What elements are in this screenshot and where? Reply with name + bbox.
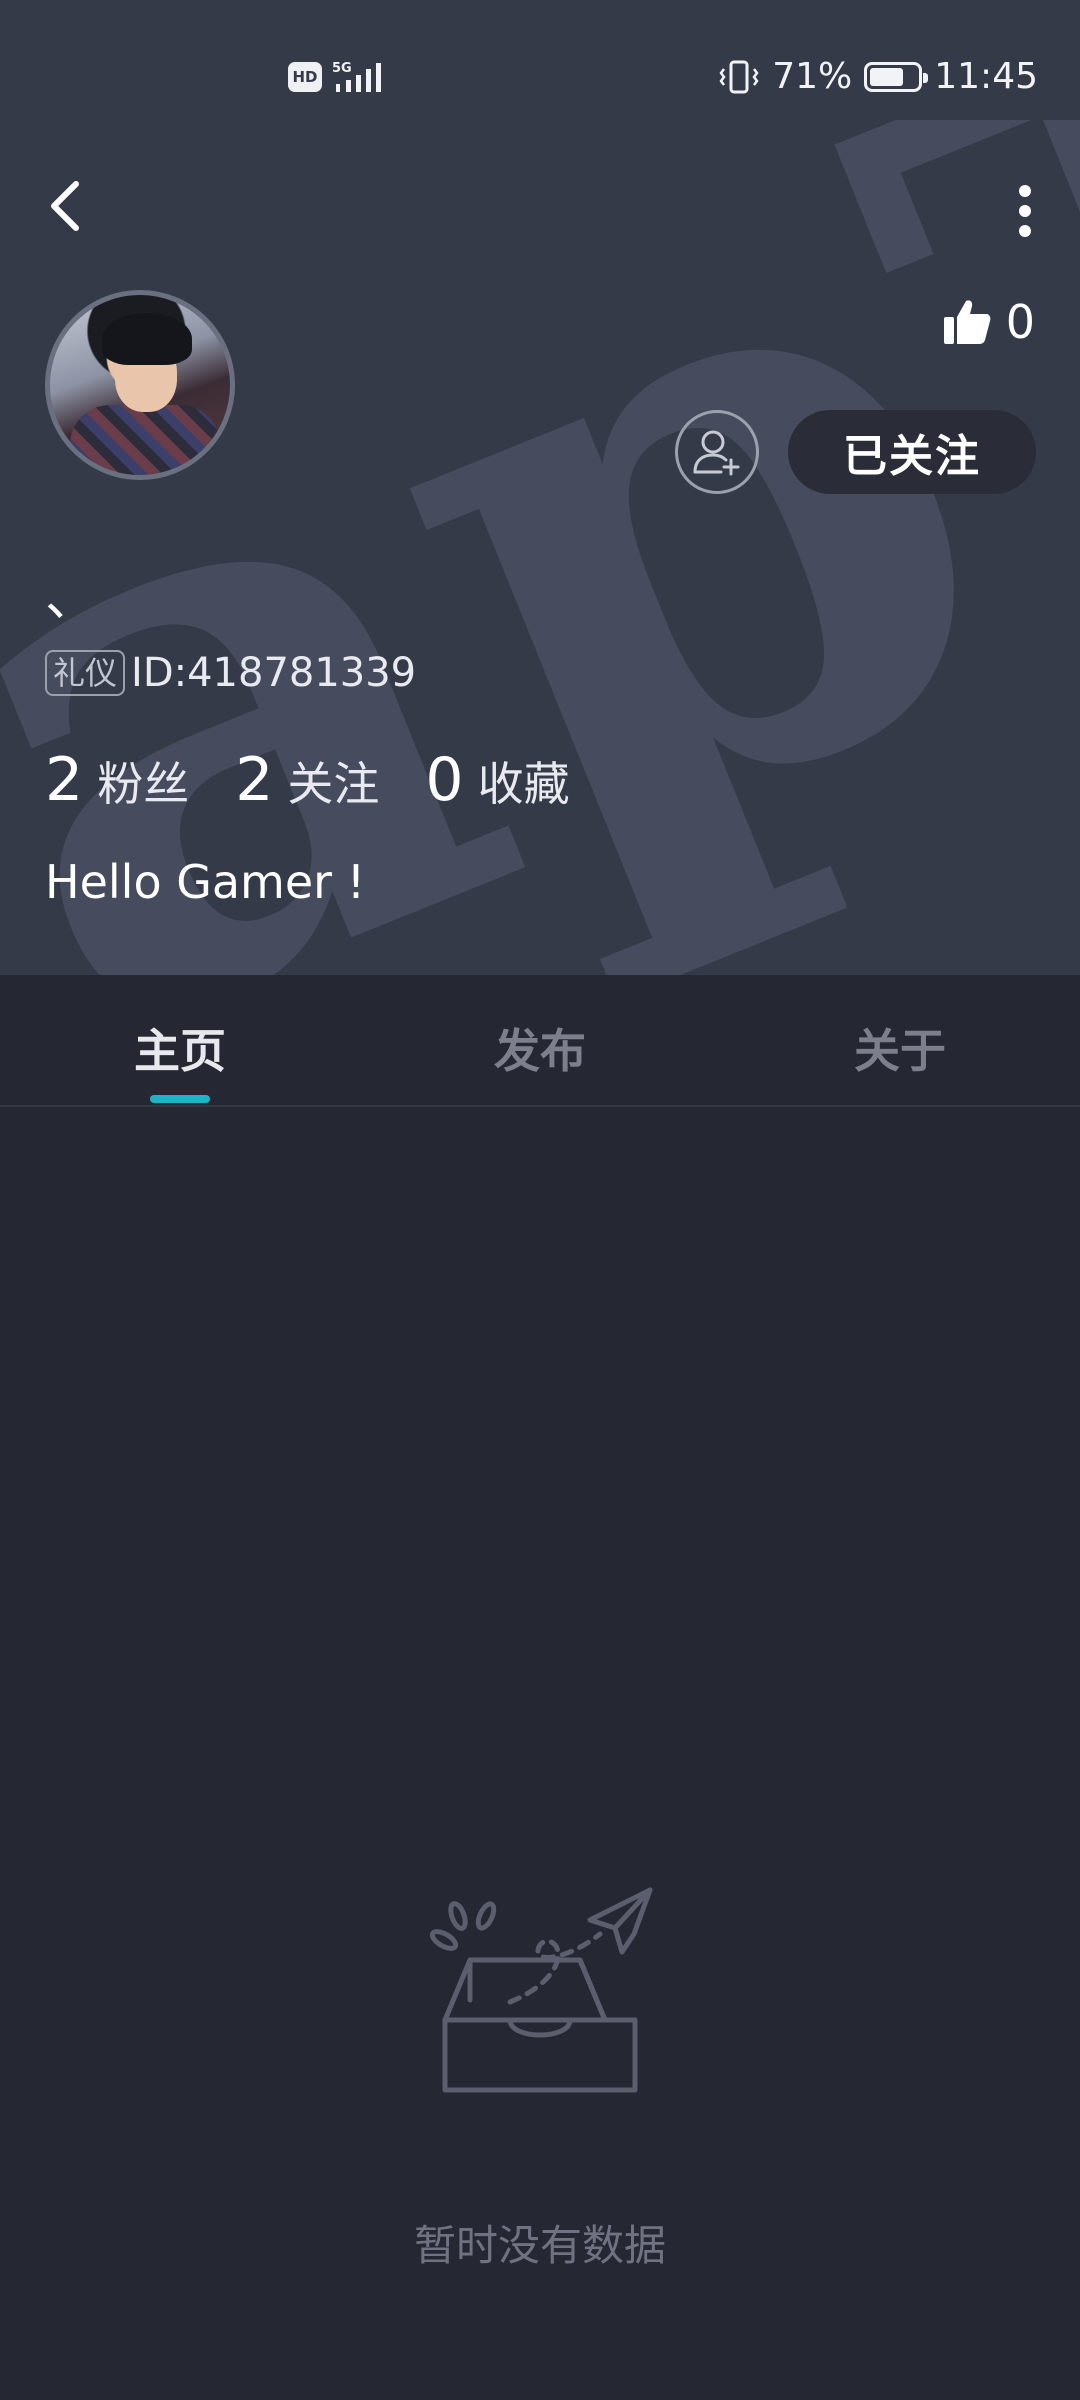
more-options-button[interactable] <box>1000 175 1050 245</box>
profile-page: apTa HD 5G 71% 11:45 0 已关注 、 礼仪 ID:41878… <box>0 0 1080 2400</box>
add-user-icon <box>693 430 740 476</box>
stat-fans[interactable]: 2 粉丝 <box>45 745 189 815</box>
svg-text:apTa: apTa <box>0 120 1080 975</box>
add-friend-button[interactable] <box>675 410 759 494</box>
empty-inbox-paper-plane-icon <box>429 1887 653 2093</box>
stat-label: 关注 <box>287 757 380 811</box>
avatar[interactable] <box>45 290 235 480</box>
profile-header: apTa HD 5G 71% 11:45 0 已关注 、 礼仪 ID:41878… <box>0 0 1080 975</box>
username: 、 <box>45 568 98 628</box>
stat-value: 2 <box>235 745 274 815</box>
user-id: ID:418781339 <box>131 650 417 696</box>
thumbs-up-icon <box>943 300 991 344</box>
profile-tabs: 主页 发布 关于 <box>0 975 1080 1107</box>
avatar-hair <box>102 313 192 365</box>
tab-about[interactable]: 关于 <box>800 1015 1000 1081</box>
user-tag-badge: 礼仪 <box>45 650 126 696</box>
battery-percent: 71% <box>772 56 853 97</box>
avatar-shirt <box>70 405 220 475</box>
tab-posts[interactable]: 发布 <box>440 1015 640 1081</box>
status-right: 71% 11:45 <box>718 56 1038 97</box>
status-left: HD 5G <box>288 60 392 94</box>
empty-state-text: 暂时没有数据 <box>413 2221 666 2270</box>
bio-text: Hello Gamer ! <box>45 855 366 909</box>
signal-5g-icon: 5G <box>332 61 381 92</box>
following-button[interactable]: 已关注 <box>788 410 1036 494</box>
vibrate-icon <box>719 60 759 93</box>
hd-icon: HD <box>288 62 322 92</box>
status-bar: HD 5G 71% 11:45 <box>0 0 1080 160</box>
tab-home[interactable]: 主页 <box>80 1015 280 1081</box>
likes-count: 0 <box>1005 295 1035 349</box>
chevron-left-icon <box>51 181 79 231</box>
stat-value: 2 <box>45 745 84 815</box>
battery-level <box>870 67 903 86</box>
stat-value: 0 <box>425 745 464 815</box>
likes-counter[interactable]: 0 <box>942 295 1035 349</box>
background-watermark: apTa <box>0 120 1080 975</box>
stat-favorites[interactable]: 0 收藏 <box>425 745 569 815</box>
stat-label: 粉丝 <box>97 757 190 811</box>
id-row: 礼仪 ID:418781339 <box>45 650 416 696</box>
back-button[interactable] <box>40 170 100 240</box>
svg-text:5G: 5G <box>332 61 352 76</box>
profile-stats: 2 粉丝 2 关注 0 收藏 <box>45 745 616 815</box>
stat-label: 收藏 <box>477 757 570 811</box>
battery-icon <box>864 61 929 92</box>
stat-following[interactable]: 2 关注 <box>235 745 379 815</box>
clock: 11:45 <box>934 56 1038 97</box>
active-tab-indicator <box>150 1095 210 1103</box>
more-vertical-icon <box>1019 185 1031 237</box>
